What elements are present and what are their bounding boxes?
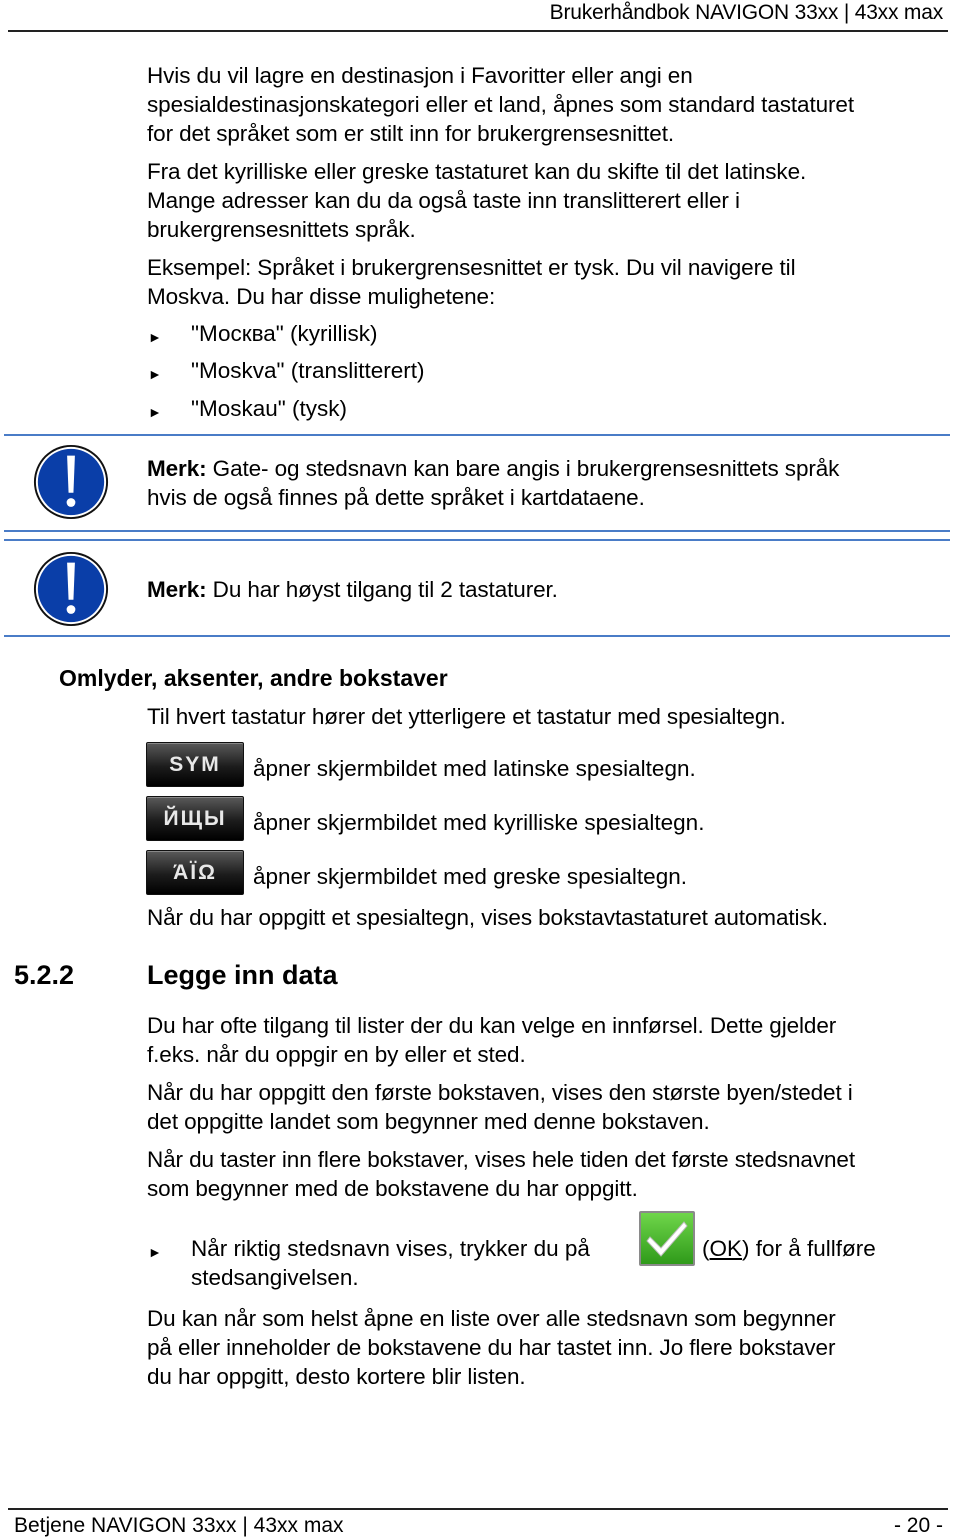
- subheading: Omlyder, aksenter, andre bokstaver: [59, 665, 448, 691]
- ok-button[interactable]: [639, 1211, 695, 1266]
- paragraph-intro-3: Eksempel: Språket i brukergrensesnittet …: [147, 253, 947, 311]
- text-line: Når du har oppgitt den første bokstaven,…: [147, 1080, 853, 1105]
- text-line: f.eks. når du oppgir en by eller et sted…: [147, 1042, 526, 1067]
- text-line: Merk: Gate- og stedsnavn kan bare angis …: [147, 454, 947, 483]
- note-line: Du har høyst tilgang til 2 tastaturer.: [206, 577, 558, 602]
- step-text-ok: (OK) for å fullføre: [702, 1236, 876, 1262]
- warning-exclamation-icon: [33, 551, 109, 627]
- text-line: Når du taster inn flere bokstaver, vises…: [147, 1147, 855, 1172]
- text-line: brukergrensesnittets språk.: [147, 217, 416, 242]
- checkmark-icon: [646, 1221, 688, 1257]
- bullet-arrow-icon: ►: [148, 1244, 162, 1260]
- text-line: Mange adresser kan du da også taste inn …: [147, 188, 740, 213]
- note-label: Merk:: [147, 577, 207, 602]
- text-line: spesialdestinasjonskategori eller et lan…: [147, 92, 854, 117]
- paragraph-intro-1: Hvis du vil lagre en destinasjon i Favor…: [147, 61, 947, 148]
- bullet-item: "Moskau" (tysk): [191, 396, 347, 421]
- bullet-arrow-icon: ►: [148, 366, 162, 382]
- note-line: hvis de også finnes på dette språket i k…: [147, 485, 645, 510]
- step-text: Når riktig stedsnavn vises, trykker du p…: [191, 1236, 590, 1261]
- paragraph-intro-2: Fra det kyrilliske eller greske tastatur…: [147, 157, 947, 244]
- text-line: Hvis du vil lagre en destinasjon i Favor…: [147, 63, 693, 88]
- note-divider: [4, 635, 950, 637]
- greek-key-button[interactable]: ΆΪΩ: [146, 850, 244, 895]
- note-text: Merk: Gate- og stedsnavn kan bare angis …: [147, 454, 947, 512]
- text-line: det oppgitte landet som begynner med den…: [147, 1109, 710, 1134]
- text-line: for det språket som er stilt inn for bru…: [147, 121, 675, 146]
- footer-divider: [8, 1508, 948, 1510]
- bullet-item: "Москва" (kyrillisk): [191, 321, 378, 346]
- warning-exclamation-icon: [33, 444, 109, 520]
- note-divider: [4, 530, 950, 532]
- text-line: Moskva. Du har disse mulighetene:: [147, 284, 496, 309]
- ok-label: OK: [709, 1236, 743, 1261]
- step-text-after: for å fullføre: [749, 1236, 876, 1261]
- key-description: åpner skjermbildet med latinske spesialt…: [253, 756, 696, 781]
- paren: ): [742, 1236, 750, 1261]
- note-label: Merk:: [147, 456, 207, 481]
- paragraph: Når du har oppgitt et spesialtegn, vises…: [147, 905, 828, 930]
- sym-key-button[interactable]: SYM: [146, 742, 244, 787]
- bullet-item: "Moskva" (translitterert): [191, 358, 425, 383]
- bullet-arrow-icon: ►: [148, 404, 162, 420]
- text-line: på eller inneholder de bokstavene du har…: [147, 1335, 836, 1360]
- text-line: Fra det kyrilliske eller greske tastatur…: [147, 159, 807, 184]
- section-title: Legge inn data: [147, 960, 338, 990]
- cyrillic-key-button[interactable]: ЙЩЫ: [146, 796, 244, 841]
- paragraph: Du kan når som helst åpne en liste over …: [147, 1304, 947, 1391]
- note-divider: [4, 539, 950, 541]
- section-number: 5.2.2: [14, 960, 75, 990]
- text-line: Du kan når som helst åpne en liste over …: [147, 1306, 836, 1331]
- paragraph: Når du taster inn flere bokstaver, vises…: [147, 1145, 947, 1203]
- text-line: Du har ofte tilgang til lister der du ka…: [147, 1013, 837, 1038]
- header-divider: [8, 30, 948, 32]
- text-line: Merk: Du har høyst tilgang til 2 tastatu…: [147, 575, 947, 604]
- running-header: Brukerhåndbok NAVIGON 33xx | 43xx max: [549, 1, 944, 24]
- paragraph: Til hvert tastatur hører det ytterligere…: [147, 704, 786, 729]
- step-text-line2: stedsangivelsen.: [191, 1265, 359, 1290]
- key-description: åpner skjermbildet med greske spesialteg…: [253, 864, 687, 889]
- key-description: åpner skjermbildet med kyrilliske spesia…: [253, 810, 705, 835]
- paren: (: [702, 1236, 710, 1261]
- text-line: Eksempel: Språket i brukergrensesnittet …: [147, 255, 796, 280]
- note-divider: [4, 434, 950, 436]
- running-footer: Betjene NAVIGON 33xx | 43xx max: [14, 1514, 344, 1537]
- paragraph: Når du har oppgitt den første bokstaven,…: [147, 1078, 947, 1136]
- paragraph: Du har ofte tilgang til lister der du ka…: [147, 1011, 947, 1069]
- text-line: som begynner med de bokstavene du har op…: [147, 1176, 638, 1201]
- note-text: Merk: Du har høyst tilgang til 2 tastatu…: [147, 575, 947, 604]
- note-line: Gate- og stedsnavn kan bare angis i bruk…: [206, 456, 840, 481]
- page-number: - 20 -: [893, 1514, 943, 1537]
- bullet-arrow-icon: ►: [148, 329, 162, 345]
- text-line: du har oppgitt, desto kortere blir liste…: [147, 1364, 526, 1389]
